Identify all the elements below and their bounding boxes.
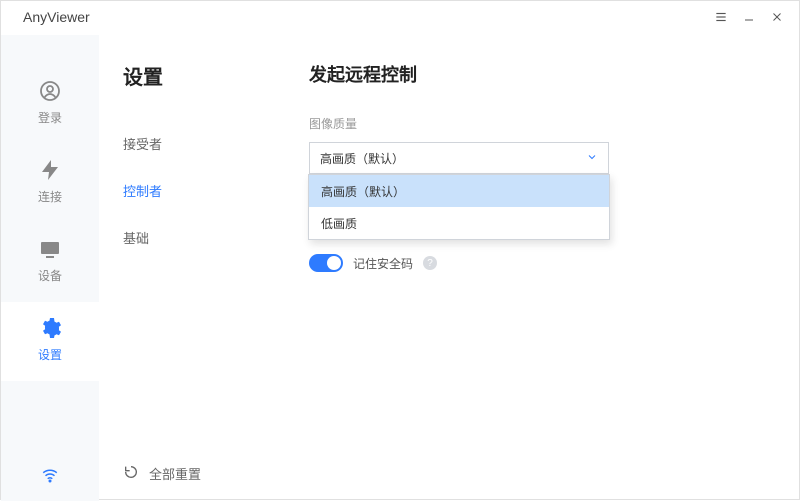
- minimize-button[interactable]: [735, 4, 763, 32]
- remember-code-row: 记住安全码 ?: [309, 254, 739, 272]
- body: 登录 连接 设备 设置 设置 接受者 控制者: [1, 35, 799, 501]
- minimize-icon: [743, 11, 755, 26]
- app-title: AnyViewer: [23, 9, 90, 25]
- close-icon: [771, 11, 783, 26]
- gear-icon: [38, 316, 62, 340]
- nav-item-connect[interactable]: 连接: [1, 144, 99, 223]
- close-button[interactable]: [763, 4, 791, 32]
- nav-label: 登录: [38, 109, 62, 126]
- subnav-title: 设置: [123, 61, 289, 90]
- content-panel: 发起远程控制 图像质量 高画质（默认） 高画质（默认） 低画质 记住安全码 ?: [289, 35, 799, 501]
- menu-button[interactable]: [707, 4, 735, 32]
- dropdown-option-low[interactable]: 低画质: [309, 207, 609, 239]
- image-quality-label: 图像质量: [309, 115, 739, 132]
- dropdown-option-high[interactable]: 高画质（默认）: [309, 175, 609, 207]
- settings-subnav: 设置 接受者 控制者 基础 全部重置: [99, 35, 289, 501]
- content-title: 发起远程控制: [309, 61, 739, 87]
- nav-item-devices[interactable]: 设备: [1, 223, 99, 302]
- image-quality-dropdown: 高画质（默认） 低画质: [308, 174, 610, 240]
- reset-label: 全部重置: [149, 464, 201, 483]
- wifi-status[interactable]: [1, 466, 99, 487]
- remember-code-label: 记住安全码: [353, 255, 413, 272]
- nav-label: 设备: [38, 267, 62, 284]
- chevron-down-icon: [586, 151, 598, 166]
- bolt-icon: [38, 158, 62, 182]
- menu-icon: [714, 10, 728, 27]
- nav-label: 设置: [38, 346, 62, 363]
- nav-item-settings[interactable]: 设置: [1, 302, 99, 381]
- help-icon[interactable]: ?: [423, 256, 437, 270]
- monitor-icon: [38, 237, 62, 261]
- nav-rail: 登录 连接 设备 设置: [1, 35, 99, 501]
- remember-code-toggle[interactable]: [309, 254, 343, 272]
- image-quality-select-wrap: 高画质（默认） 高画质（默认） 低画质: [309, 142, 609, 174]
- subnav-item-receiver[interactable]: 接受者: [123, 120, 289, 167]
- nav-label: 连接: [38, 188, 62, 205]
- reset-all-button[interactable]: 全部重置: [123, 464, 201, 483]
- select-value: 高画质（默认）: [320, 150, 404, 167]
- titlebar: AnyViewer: [1, 1, 799, 35]
- subnav-item-basic[interactable]: 基础: [123, 214, 289, 261]
- nav-item-login[interactable]: 登录: [1, 65, 99, 144]
- user-icon: [38, 79, 62, 103]
- reset-icon: [123, 464, 139, 483]
- wifi-icon: [41, 466, 59, 487]
- image-quality-select[interactable]: 高画质（默认）: [309, 142, 609, 174]
- subnav-item-controller[interactable]: 控制者: [123, 167, 289, 214]
